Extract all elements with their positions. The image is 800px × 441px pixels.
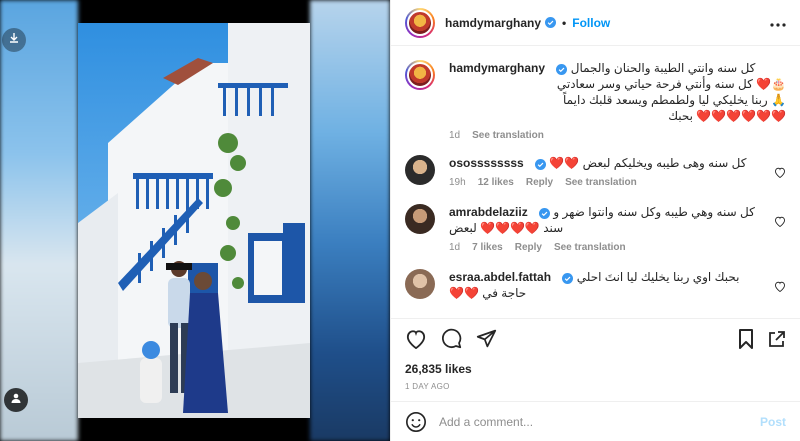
comment-like-heart-icon[interactable] (774, 165, 786, 188)
comments-list[interactable]: hamdymarghany كل سنه وانتي الطيبة والحنا… (391, 46, 800, 318)
ellipsis-icon (770, 14, 786, 32)
post-photo[interactable] (78, 23, 310, 418)
commenter-username[interactable]: osossssssss (449, 156, 524, 170)
paper-plane-icon (476, 329, 497, 348)
see-translation-link[interactable]: See translation (554, 242, 626, 253)
comment-button[interactable] (441, 328, 462, 349)
caption-line: 🙏 ربنا يخليكي ليا ولطمطم ويسعد قلبك دايم… (563, 93, 786, 107)
comment-meta: 1d 7 likes Reply See translation (449, 242, 766, 253)
comment-text-row: amrabdelaziiz كل سنه وهي طيبه وكل سنه وا… (449, 204, 766, 236)
verified-badge-icon (562, 272, 574, 285)
commenter-avatar[interactable] (405, 204, 435, 234)
comment-time[interactable]: 1d (449, 242, 460, 253)
commenter-username[interactable]: amrabdelaziiz (449, 205, 528, 219)
header-separator: • (562, 15, 567, 30)
verified-badge-icon (545, 17, 557, 28)
comment-time[interactable]: 19h (449, 177, 466, 188)
add-comment-bar: Post (391, 401, 800, 441)
comment-text-row: osossssssss كل سنه وهى طيبه ويخليكم لبعض… (449, 155, 766, 171)
post-header: hamdymarghany • Follow (391, 0, 800, 46)
post-side-panel: hamdymarghany • Follow hamdymarghany كل … (390, 0, 800, 441)
caption-username[interactable]: hamdymarghany (449, 61, 545, 75)
caption-avatar[interactable] (405, 60, 435, 90)
instagram-post-modal: hamdymarghany • Follow hamdymarghany كل … (0, 0, 800, 441)
comment-item: amrabdelaziiz كل سنه وهي طيبه وكل سنه وا… (405, 204, 786, 253)
comment-item: osossssssss كل سنه وهى طيبه ويخليكم لبعض… (405, 155, 786, 188)
author-avatar[interactable] (405, 7, 435, 38)
author-username[interactable]: hamdymarghany (445, 16, 541, 30)
open-in-new-button[interactable] (768, 330, 786, 348)
caption-line: كل سنه وانتي الطيبة والحنان والجمال (570, 61, 756, 75)
bookmark-icon (739, 328, 753, 349)
reply-button[interactable]: Reply (526, 177, 553, 188)
comment-meta: 19h 12 likes Reply See translation (449, 177, 766, 188)
blurred-backdrop-left (0, 0, 78, 441)
user-tag-button[interactable] (4, 388, 28, 412)
blurred-backdrop-right (310, 0, 390, 441)
share-button[interactable] (476, 328, 497, 349)
action-bar (391, 318, 800, 358)
comment-like-heart-icon[interactable] (774, 279, 786, 301)
see-translation-link[interactable]: See translation (472, 130, 544, 141)
follow-button[interactable]: Follow (572, 16, 610, 30)
post-comment-button[interactable]: Post (760, 415, 786, 429)
download-button[interactable] (2, 28, 26, 52)
caption: hamdymarghany كل سنه وانتي الطيبة والحنا… (405, 60, 786, 141)
commenter-username[interactable]: esraa.abdel.fattah (449, 270, 551, 284)
author-username-row: hamdymarghany • Follow (445, 16, 610, 30)
more-options-button[interactable] (770, 14, 786, 32)
see-translation-link[interactable]: See translation (565, 177, 637, 188)
comment-likes[interactable]: 12 likes (478, 177, 514, 188)
comment-text-row: esraa.abdel.fattah بحبك اوي ربنا يخليك ل… (449, 269, 766, 301)
comment-input[interactable] (439, 414, 760, 429)
post-timestamp[interactable]: 1 DAY AGO (391, 376, 800, 401)
verified-badge-icon (556, 63, 568, 76)
heart-outline-icon (406, 329, 426, 349)
post-media[interactable] (0, 0, 390, 441)
emoji-button[interactable] (405, 411, 427, 433)
likes-count[interactable]: 26,835 likes (391, 358, 800, 376)
download-icon (8, 31, 20, 49)
caption-header: hamdymarghany كل سنه وانتي الطيبة والحنا… (449, 60, 786, 76)
comment-item: esraa.abdel.fattah بحبك اوي ربنا يخليك ل… (405, 269, 786, 301)
reply-button[interactable]: Reply (515, 242, 542, 253)
commenter-avatar[interactable] (405, 155, 435, 185)
caption-line: 🎂❤️ كل سنه وأنتي فرحة حياتي وسر سعادتي (556, 77, 786, 91)
external-link-icon (769, 330, 785, 347)
commenter-avatar[interactable] (405, 269, 435, 299)
comment-text: كل سنه وهى طيبه ويخليكم لبعض ❤️❤️ (549, 156, 747, 170)
caption-time[interactable]: 1d (449, 130, 460, 141)
verified-badge-icon (539, 207, 551, 220)
user-tag-icon (10, 391, 22, 409)
comment-bubble-icon (442, 328, 462, 349)
caption-meta: 1d See translation (449, 130, 786, 141)
save-button[interactable] (738, 328, 754, 349)
verified-badge-icon (535, 158, 547, 171)
comment-likes[interactable]: 7 likes (472, 242, 503, 253)
caption-line: ❤️❤️❤️❤️❤️❤️ بحبك (668, 109, 786, 123)
comment-like-heart-icon[interactable] (774, 214, 786, 253)
like-button[interactable] (405, 329, 427, 349)
smiley-icon (406, 411, 426, 432)
